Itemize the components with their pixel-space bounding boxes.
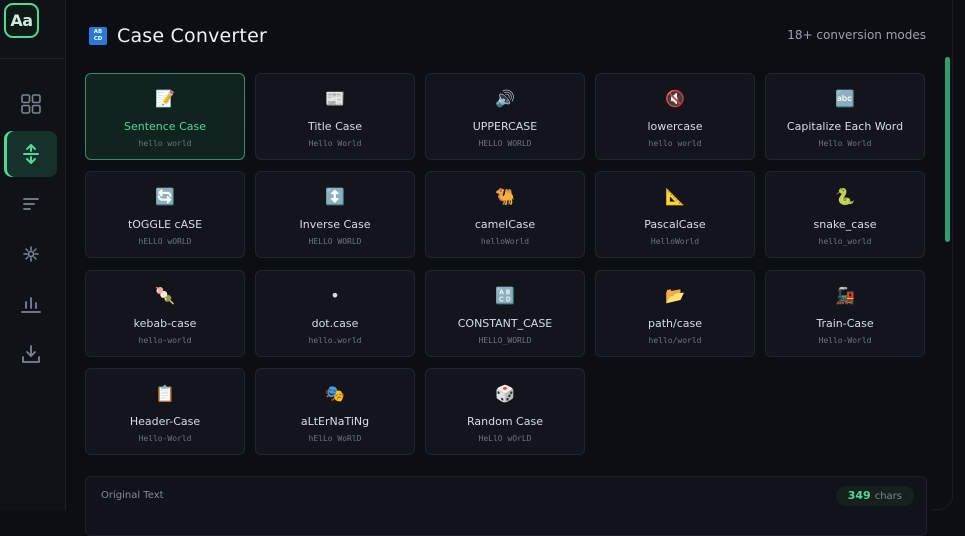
mode-card[interactable]: 🔤 Capitalize Each Word Hello World — [765, 73, 925, 160]
mode-card[interactable]: 📂 path/case hello/world — [595, 269, 755, 357]
mode-name: path/case — [647, 316, 702, 330]
mode-name: Title Case — [308, 120, 362, 133]
mode-emoji-icon: 🔇 — [665, 89, 685, 108]
mode-emoji-icon: 🎭 — [325, 383, 345, 403]
mode-card[interactable]: 🎲 Random Case HeLlO wOrLD — [425, 367, 585, 455]
mode-emoji-icon: 🐫 — [495, 187, 515, 207]
text-lines-icon — [22, 198, 39, 210]
sidebar: Aa — [0, 0, 66, 510]
mode-card[interactable]: 🔄 tOGGLE cASE hELLO wORLD — [85, 171, 245, 259]
char-count-value: 349 — [847, 489, 871, 502]
original-text-label: Original Text — [101, 490, 164, 501]
mode-card[interactable]: 🚂 Train-Case Hello-World — [765, 269, 925, 357]
app-logo[interactable]: Aa — [4, 3, 39, 38]
sidebar-item-dashboard[interactable] — [4, 81, 57, 127]
grid-icon — [20, 94, 41, 114]
download-icon — [21, 345, 40, 363]
abcd-icon: AB CD — [89, 27, 107, 45]
mode-emoji-icon: 📋 — [155, 383, 175, 403]
mode-sample: hello world — [648, 139, 702, 148]
mode-card[interactable]: 🐫 camelCase helloWorld — [425, 171, 585, 259]
mode-name: snake_case — [813, 218, 877, 232]
mode-name: Random Case — [467, 414, 543, 428]
mode-emoji-icon: ↕️ — [325, 187, 345, 207]
window-frame-edge — [933, 0, 953, 510]
mode-sample: HeLlO wOrLD — [478, 433, 532, 443]
mode-sample: HELLO_WORLD — [478, 335, 532, 345]
mode-sample: Hello-World — [818, 335, 872, 345]
bar-chart-icon — [20, 297, 41, 313]
mode-name: Sentence Case — [123, 120, 206, 133]
mode-name: Header-Case — [129, 414, 201, 428]
char-count-badge: 349 chars — [835, 486, 914, 506]
mode-card[interactable]: 🔠 CONSTANT_CASE HELLO_WORLD — [425, 269, 585, 357]
mode-name: Train-Case — [816, 316, 874, 330]
mode-emoji-icon: 📂 — [665, 285, 685, 305]
mode-emoji-icon: 🍡 — [155, 285, 175, 305]
mode-card[interactable]: ↕️ Inverse Case HELLO WORLD — [255, 171, 415, 259]
mode-sample: hello/world — [648, 335, 702, 345]
mode-name: lowercase — [647, 120, 703, 133]
char-count-unit: chars — [874, 491, 902, 502]
mode-emoji-icon: • — [330, 285, 340, 305]
mode-card[interactable]: 📐 PascalCase HelloWorld — [595, 171, 755, 259]
original-text-panel: Original Text 349 chars — [85, 476, 927, 536]
sparkle-icon — [22, 246, 39, 262]
mode-emoji-icon: 📝 — [155, 89, 175, 108]
mode-card[interactable]: 📝 Sentence Case hello world — [85, 73, 245, 160]
mode-emoji-icon: 🔤 — [835, 89, 855, 108]
sidebar-item-converter[interactable] — [4, 131, 57, 177]
convert-arrows-icon — [22, 144, 39, 164]
mode-sample: Hello World — [818, 139, 872, 148]
mode-name: UPPERCASE — [472, 120, 538, 133]
mode-sample: HelloWorld — [650, 237, 700, 247]
mode-sample: hELLO wORLD — [138, 237, 192, 247]
mode-sample: hello_world — [818, 237, 872, 247]
mode-card[interactable]: 📰 Title Case Hello World — [255, 73, 415, 160]
mode-sample: hello world — [138, 139, 192, 148]
sidebar-item-format[interactable] — [4, 181, 57, 227]
mode-sample: hello.world — [308, 335, 362, 345]
mode-name: kebab-case — [133, 316, 197, 330]
sidebar-item-stats[interactable] — [4, 281, 57, 327]
mode-card[interactable]: 🍡 kebab-case hello-world — [85, 269, 245, 357]
mode-emoji-icon: 🐍 — [835, 187, 855, 207]
page-title: Case Converter — [117, 25, 267, 47]
mode-emoji-icon: 🚂 — [835, 285, 855, 305]
mode-name: Inverse Case — [299, 218, 371, 232]
mode-card[interactable]: • dot.case hello.world — [255, 269, 415, 357]
mode-emoji-icon: 🔄 — [155, 187, 175, 207]
sidebar-item-export[interactable] — [4, 331, 57, 377]
mode-name: CONSTANT_CASE — [457, 316, 553, 330]
mode-card[interactable]: 📋 Header-Case Hello-World — [85, 367, 245, 455]
mode-name: camelCase — [474, 218, 536, 232]
mode-card[interactable]: 🔊 UPPERCASE HELLO WORLD — [425, 73, 585, 160]
sidebar-divider — [0, 58, 66, 59]
mode-emoji-icon: 🔠 — [495, 285, 515, 305]
mode-sample: HELLO WORLD — [478, 139, 532, 148]
mode-name: PascalCase — [644, 218, 706, 232]
mode-card[interactable]: 🔇 lowercase hello world — [595, 73, 755, 160]
mode-name: Capitalize Each Word — [786, 120, 904, 133]
mode-emoji-icon: 🔊 — [495, 89, 515, 108]
main-content: AB CD Case Converter 18+ conversion mode… — [66, 0, 950, 536]
sidebar-item-tools[interactable] — [4, 231, 57, 277]
mode-name: aLtErNaTiNg — [300, 414, 370, 428]
mode-card[interactable]: 🎭 aLtErNaTiNg hElLo WoRlD — [255, 367, 415, 455]
mode-emoji-icon: 🎲 — [495, 383, 515, 403]
mode-sample: hello-world — [138, 335, 192, 345]
mode-card[interactable]: 🐍 snake_case hello_world — [765, 171, 925, 259]
mode-emoji-icon: 📐 — [665, 187, 685, 207]
mode-name: dot.case — [311, 316, 359, 330]
mode-sample: Hello World — [308, 139, 362, 148]
mode-sample: HELLO WORLD — [308, 237, 362, 247]
mode-sample: hElLo WoRlD — [308, 433, 362, 443]
mode-sample: Hello-World — [138, 433, 192, 443]
mode-emoji-icon: 📰 — [325, 89, 345, 108]
modes-count-label: 18+ conversion modes — [787, 28, 926, 42]
mode-sample: helloWorld — [480, 237, 530, 247]
mode-name: tOGGLE cASE — [127, 218, 203, 232]
